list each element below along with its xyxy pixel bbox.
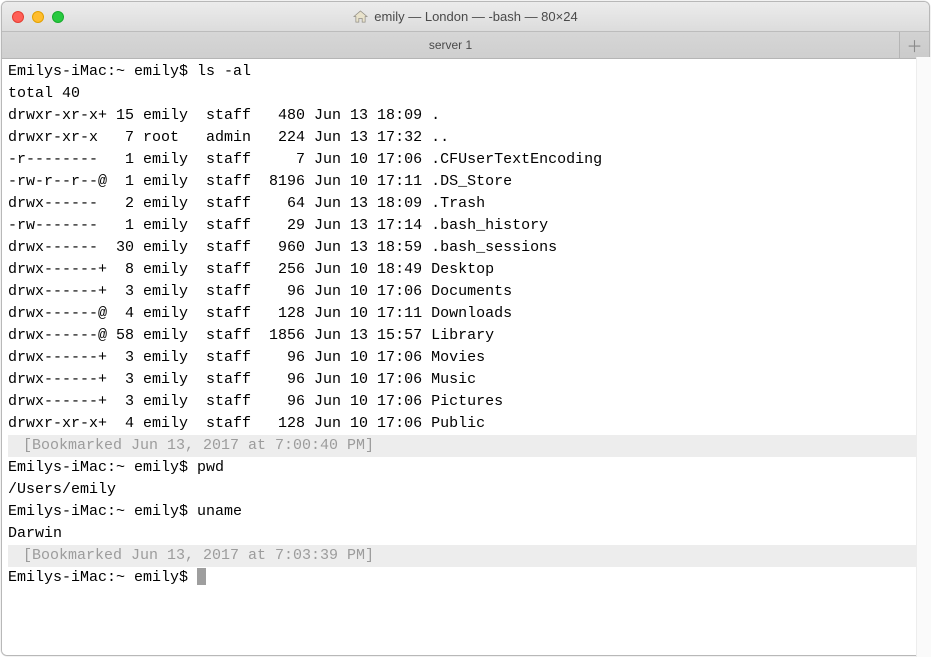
window-titlebar[interactable]: emily — London — -bash — 80×24 <box>2 2 929 32</box>
terminal-line: drwx------ 30 emily staff 960 Jun 13 18:… <box>8 237 923 259</box>
terminal-line: drwx------+ 8 emily staff 256 Jun 10 18:… <box>8 259 923 281</box>
terminal-line: drwx------@ 4 emily staff 128 Jun 10 17:… <box>8 303 923 325</box>
terminal-line: drwx------+ 3 emily staff 96 Jun 10 17:0… <box>8 347 923 369</box>
terminal-line: Emilys-iMac:~ emily$ ls -al <box>8 61 923 83</box>
terminal-line: drwx------@ 58 emily staff 1856 Jun 13 1… <box>8 325 923 347</box>
new-tab-button[interactable]: ＋ <box>899 32 929 58</box>
terminal-output[interactable]: Emilys-iMac:~ emily$ ls -altotal 40drwxr… <box>2 59 929 655</box>
tab-label: server 1 <box>429 38 472 52</box>
terminal-line: drwxr-xr-x 7 root admin 224 Jun 13 17:32… <box>8 127 923 149</box>
terminal-line: Emilys-iMac:~ emily$ pwd <box>8 457 923 479</box>
terminal-line: total 40 <box>8 83 923 105</box>
terminal-line: -rw------- 1 emily staff 29 Jun 13 17:14… <box>8 215 923 237</box>
tab-active[interactable]: server 1 <box>2 38 899 52</box>
terminal-line: drwxr-xr-x+ 15 emily staff 480 Jun 13 18… <box>8 105 923 127</box>
home-icon <box>353 10 368 23</box>
terminal-line: -rw-r--r--@ 1 emily staff 8196 Jun 10 17… <box>8 171 923 193</box>
zoom-button[interactable] <box>52 11 64 23</box>
terminal-line: Emilys-iMac:~ emily$ <box>8 567 923 589</box>
terminal-line: Emilys-iMac:~ emily$ uname <box>8 501 923 523</box>
terminal-line: -r-------- 1 emily staff 7 Jun 10 17:06 … <box>8 149 923 171</box>
minimize-button[interactable] <box>32 11 44 23</box>
terminal-line: drwx------ 2 emily staff 64 Jun 13 18:09… <box>8 193 923 215</box>
cursor <box>197 568 206 585</box>
window-title: emily — London — -bash — 80×24 <box>2 9 929 24</box>
terminal-window: emily — London — -bash — 80×24 server 1 … <box>1 1 930 656</box>
tab-bar: server 1 ＋ <box>2 32 929 59</box>
terminal-line: /Users/emily <box>8 479 923 501</box>
plus-icon: ＋ <box>906 33 922 57</box>
terminal-line: [Bookmarked Jun 13, 2017 at 7:03:39 PM] <box>8 545 923 567</box>
terminal-line: drwx------+ 3 emily staff 96 Jun 10 17:0… <box>8 369 923 391</box>
scrollbar[interactable] <box>916 57 930 656</box>
close-button[interactable] <box>12 11 24 23</box>
traffic-lights <box>2 11 64 23</box>
terminal-line: drwx------+ 3 emily staff 96 Jun 10 17:0… <box>8 391 923 413</box>
terminal-line: drwx------+ 3 emily staff 96 Jun 10 17:0… <box>8 281 923 303</box>
window-title-text: emily — London — -bash — 80×24 <box>374 9 577 24</box>
terminal-line: drwxr-xr-x+ 4 emily staff 128 Jun 10 17:… <box>8 413 923 435</box>
terminal-line: [Bookmarked Jun 13, 2017 at 7:00:40 PM] <box>8 435 923 457</box>
terminal-line: Darwin <box>8 523 923 545</box>
